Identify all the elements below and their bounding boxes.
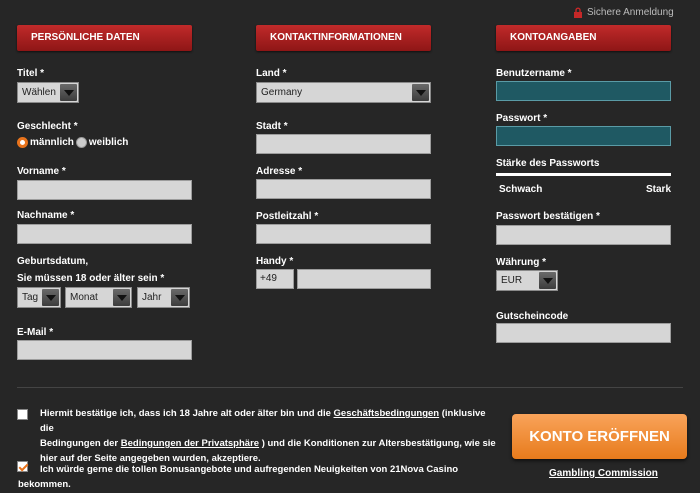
city-input[interactable] <box>256 134 431 154</box>
terms-checkbox[interactable] <box>17 409 28 420</box>
birth-year-select[interactable]: Jahr <box>137 287 190 308</box>
confirm-password-input[interactable] <box>496 225 671 245</box>
birthdate-label: Geburtsdatum, <box>17 256 89 267</box>
bonus-checkbox[interactable] <box>17 461 28 472</box>
birth-day-select[interactable]: Tag <box>17 287 61 308</box>
username-label: Benutzername * <box>496 68 572 79</box>
gender-radio-group: männlich weiblich <box>17 137 128 148</box>
title-select[interactable]: Wählen <box>17 82 79 103</box>
birth-day-value: Tag <box>22 292 39 303</box>
birth-year-value: Jahr <box>142 292 162 303</box>
email-input[interactable] <box>17 340 192 360</box>
terms-text-3: Bedingungen der <box>40 438 121 449</box>
email-label: E-Mail * <box>17 327 54 338</box>
personal-data-section: PERSÖNLICHE DATEN Titel * Wählen Geschle… <box>17 25 193 360</box>
confirm-password-label: Passwort bestätigen * <box>496 211 600 222</box>
terms-text-1: Hiermit bestätige ich, dass ich 18 Jahre… <box>40 408 334 419</box>
chevron-down-icon <box>42 289 59 306</box>
lock-icon <box>574 7 582 18</box>
mobile-prefix: +49 <box>256 269 294 289</box>
chevron-down-icon <box>171 289 188 306</box>
gender-female-label: weiblich <box>88 137 129 148</box>
birth-month-value: Monat <box>70 292 98 303</box>
zip-input[interactable] <box>256 224 431 244</box>
section-divider <box>17 387 683 388</box>
gender-male-radio[interactable] <box>17 137 28 148</box>
terms-text: Hiermit bestätige ich, dass ich 18 Jahre… <box>40 406 500 466</box>
mobile-label: Handy * <box>256 256 294 267</box>
lastname-label: Nachname * <box>17 210 75 221</box>
currency-select-value: EUR <box>501 275 523 286</box>
gender-female-radio[interactable] <box>75 137 87 148</box>
strength-weak: Schwach <box>499 184 543 195</box>
username-input[interactable] <box>496 81 671 101</box>
country-select[interactable]: Germany <box>256 82 431 103</box>
bonus-text-1: Ich würde gerne die tollen Bonusangebote… <box>40 464 459 475</box>
privacy-link[interactable]: Bedingungen der Privatsphäre <box>121 438 259 449</box>
currency-select[interactable]: EUR <box>496 270 558 291</box>
password-strength-bar <box>496 173 671 176</box>
contact-section: KONTAKTINFORMATIONEN Land * Germany Stad… <box>256 25 432 289</box>
birthdate-age-note: Sie müssen 18 oder älter sein * <box>17 273 165 284</box>
voucher-label: Gutscheincode <box>496 311 569 322</box>
city-label: Stadt * <box>256 121 288 132</box>
open-account-button[interactable]: KONTO ERÖFFNEN <box>512 414 687 459</box>
account-section: KONTOANGABEN Benutzername * Passwort * S… <box>496 25 672 343</box>
password-input[interactable] <box>496 126 671 146</box>
address-input[interactable] <box>256 179 431 199</box>
secure-login-link[interactable]: Sichere Anmeldung <box>573 7 674 18</box>
bonus-text: Ich würde gerne die tollen Bonusangebote… <box>18 462 500 492</box>
secure-login-label: Sichere Anmeldung <box>587 7 674 18</box>
chevron-down-icon <box>113 289 130 306</box>
chevron-down-icon <box>60 84 77 101</box>
chevron-down-icon <box>412 84 429 101</box>
terms-conditions-link[interactable]: Geschäftsbedingungen <box>334 408 440 419</box>
password-label: Passwort * <box>496 113 548 124</box>
zip-label: Postleitzahl * <box>256 211 319 222</box>
chevron-down-icon <box>539 272 556 289</box>
firstname-label: Vorname * <box>17 166 66 177</box>
birth-month-select[interactable]: Monat <box>65 287 132 308</box>
mobile-input[interactable] <box>297 269 431 289</box>
gender-male-label: männlich <box>30 137 74 148</box>
section-header-account: KONTOANGABEN <box>496 25 671 51</box>
section-header-personal: PERSÖNLICHE DATEN <box>17 25 192 51</box>
gambling-commission-link[interactable]: Gambling Commission <box>549 468 658 479</box>
firstname-input[interactable] <box>17 180 192 200</box>
country-select-value: Germany <box>261 87 303 98</box>
lastname-input[interactable] <box>17 224 192 244</box>
voucher-input[interactable] <box>496 323 671 343</box>
address-label: Adresse * <box>256 166 303 177</box>
bonus-text-2: bekommen. <box>18 479 71 490</box>
title-label: Titel * <box>17 68 45 79</box>
section-header-contact: KONTAKTINFORMATIONEN <box>256 25 431 51</box>
country-label: Land * <box>256 68 287 79</box>
gender-label: Geschlecht * <box>17 121 78 132</box>
terms-text-4: ) und die Konditionen zur Altersbestätig… <box>259 438 496 449</box>
strength-label: Stärke des Passworts <box>496 158 600 169</box>
title-select-value: Wählen <box>22 87 56 98</box>
currency-label: Währung * <box>496 257 546 268</box>
strength-strong: Stark <box>646 184 672 195</box>
